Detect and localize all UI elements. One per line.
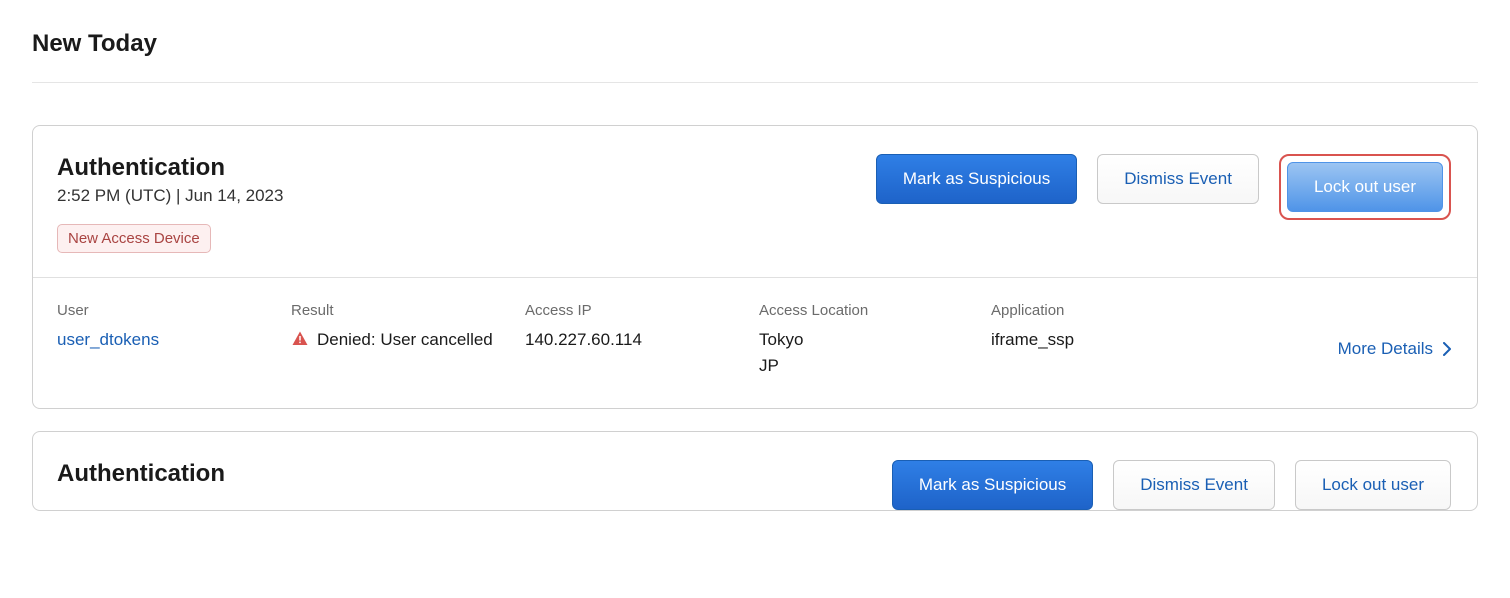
detail-ip: Access IP 140.227.60.114 xyxy=(525,302,759,353)
detail-user: User user_dtokens xyxy=(57,302,291,353)
event-header: Authentication 2:52 PM (UTC) | Jun 14, 2… xyxy=(33,126,1477,277)
lock-out-user-button[interactable]: Lock out user xyxy=(1295,460,1451,510)
ip-label: Access IP xyxy=(525,302,735,319)
event-timestamp: 2:52 PM (UTC) | Jun 14, 2023 xyxy=(57,186,876,206)
result-value: Denied: User cancelled xyxy=(317,327,493,353)
location-label: Access Location xyxy=(759,302,967,319)
chevron-right-icon xyxy=(1443,342,1451,356)
event-actions: Mark as Suspicious Dismiss Event Lock ou… xyxy=(892,460,1451,510)
result-label: Result xyxy=(291,302,501,319)
event-tag: New Access Device xyxy=(57,224,211,253)
event-card: Authentication 2:52 PM (UTC) | Jun 14, 2… xyxy=(32,125,1478,409)
event-details: User user_dtokens Result Denied: User ca… xyxy=(33,277,1477,408)
location-line1: Tokyo xyxy=(759,327,967,353)
event-card: Authentication Mark as Suspicious Dismis… xyxy=(32,431,1478,511)
user-label: User xyxy=(57,302,267,319)
event-header: Authentication Mark as Suspicious Dismis… xyxy=(33,432,1477,510)
mark-suspicious-button[interactable]: Mark as Suspicious xyxy=(892,460,1093,510)
warning-icon xyxy=(291,330,309,348)
app-label: Application xyxy=(991,302,1314,319)
detail-result: Result Denied: User cancelled xyxy=(291,302,525,353)
app-value: iframe_ssp xyxy=(991,327,1314,353)
detail-application: Application iframe_ssp xyxy=(991,302,1338,353)
lock-out-user-button[interactable]: Lock out user xyxy=(1287,162,1443,212)
detail-location: Access Location Tokyo JP xyxy=(759,302,991,378)
event-actions: Mark as Suspicious Dismiss Event Lock ou… xyxy=(876,154,1451,220)
section-title: New Today xyxy=(32,30,1478,83)
ip-value: 140.227.60.114 xyxy=(525,327,735,353)
user-link[interactable]: user_dtokens xyxy=(57,327,267,353)
dismiss-event-button[interactable]: Dismiss Event xyxy=(1097,154,1259,204)
mark-suspicious-button[interactable]: Mark as Suspicious xyxy=(876,154,1077,204)
lockout-highlight: Lock out user xyxy=(1279,154,1451,220)
more-details-label: More Details xyxy=(1338,339,1433,359)
more-details-link[interactable]: More Details xyxy=(1338,321,1451,359)
event-title: Authentication xyxy=(57,460,892,488)
dismiss-event-button[interactable]: Dismiss Event xyxy=(1113,460,1275,510)
event-title: Authentication xyxy=(57,154,876,182)
location-line2: JP xyxy=(759,353,967,379)
